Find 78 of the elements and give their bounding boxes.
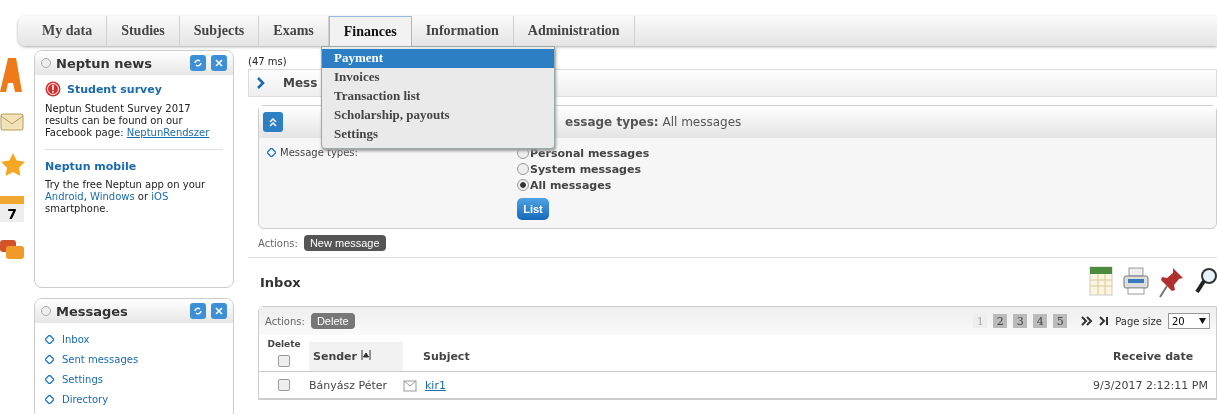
- menu-item[interactable]: Settings: [322, 125, 554, 144]
- close-button[interactable]: [211, 55, 227, 71]
- panel-title: Neptun news: [56, 55, 154, 71]
- select-all-checkbox[interactable]: [278, 355, 290, 367]
- sort-icon: [360, 350, 371, 360]
- panel-title: Messages: [56, 303, 129, 319]
- table-cell-text: Bányász Péter: [309, 378, 389, 392]
- sidebar-link[interactable]: Inbox: [35, 329, 233, 349]
- last-page-icon[interactable]: [1099, 316, 1110, 326]
- star-icon[interactable]: [0, 152, 26, 178]
- page-button[interactable]: 2: [993, 314, 1008, 328]
- section-title: Inbox: [260, 274, 301, 290]
- nav-tab[interactable]: Finances: [328, 16, 412, 46]
- pushpin-icon[interactable]: [1159, 266, 1185, 298]
- radio-option[interactable]: Personal messages: [517, 146, 650, 160]
- diamond-icon: [267, 147, 276, 157]
- sidebar-link[interactable]: Settings: [35, 369, 233, 389]
- page-button[interactable]: 5: [1053, 314, 1068, 328]
- refresh-icon: [193, 306, 203, 316]
- collapse-button[interactable]: [263, 112, 283, 132]
- facebook-link[interactable]: NeptunRendszer: [126, 127, 210, 138]
- menu-item[interactable]: Invoices: [322, 68, 554, 87]
- page-size-label: Page size: [1115, 315, 1162, 327]
- delete-button[interactable]: Delete: [310, 313, 355, 329]
- bullet-icon: [41, 306, 51, 316]
- timing-text: (47 ms): [248, 56, 287, 67]
- actions-label: Actions:: [265, 315, 305, 327]
- sidebar-link[interactable]: Directory: [35, 389, 233, 409]
- filter-label: Message types:: [267, 146, 517, 158]
- list-button[interactable]: List: [517, 198, 549, 220]
- platform-link[interactable]: iOS: [151, 191, 169, 202]
- filter-summary: essage types: All messages: [565, 115, 742, 129]
- new-message-button[interactable]: New message: [303, 235, 386, 251]
- envelope-icon: [403, 378, 417, 392]
- refresh-button[interactable]: [190, 303, 206, 319]
- close-button[interactable]: [211, 303, 227, 319]
- menu-item[interactable]: Payment: [322, 49, 554, 68]
- table-cell-text: 9/3/2017 2:12:11 PM: [1093, 378, 1209, 392]
- menu-item[interactable]: Transaction list: [322, 87, 554, 106]
- page-button[interactable]: 4: [1033, 314, 1048, 328]
- spreadsheet-icon[interactable]: [1089, 266, 1113, 296]
- news-title: Neptun mobile: [45, 160, 137, 173]
- column-header: Receive date: [1113, 350, 1195, 365]
- letter-a-icon[interactable]: [0, 58, 22, 92]
- radio-option[interactable]: All messages: [517, 178, 650, 192]
- caret-icon: [1199, 318, 1206, 324]
- printer-icon[interactable]: [1123, 266, 1149, 296]
- radio-option[interactable]: System messages: [517, 162, 650, 176]
- nav-tab[interactable]: Subjects: [179, 16, 260, 46]
- refresh-icon: [193, 58, 203, 68]
- menu-item[interactable]: Scholarship, payouts: [322, 106, 554, 125]
- subject-link[interactable]: kir1: [425, 378, 446, 392]
- close-icon: [214, 58, 224, 68]
- panel-title: Mess: [283, 76, 318, 90]
- refresh-button[interactable]: [190, 55, 206, 71]
- column-header: Subject: [422, 350, 471, 365]
- column-header: Delete: [267, 339, 301, 349]
- page-size-select[interactable]: 20: [1168, 313, 1210, 329]
- news-text: Neptun Student Survey 2017 results can be found on our Facebook page: NeptunRendszer: [45, 103, 211, 139]
- alert-icon: [45, 81, 61, 97]
- bullet-icon: [41, 58, 51, 68]
- chevron-icon: [257, 77, 265, 89]
- nav-tab[interactable]: Studies: [107, 16, 180, 46]
- column-header[interactable]: Sender: [309, 342, 403, 371]
- close-icon: [214, 306, 224, 316]
- news-text: Try the free Neptun app on your Android, Windows or iOS smartphone.: [45, 179, 207, 215]
- page-button[interactable]: 3: [1013, 314, 1028, 328]
- news-title: Student survey: [67, 82, 162, 96]
- nav-tab[interactable]: My data: [28, 16, 108, 46]
- platform-link[interactable]: Windows: [90, 191, 135, 202]
- calendar-icon: 7: [0, 196, 24, 222]
- sidebar-link[interactable]: Sent messages: [35, 349, 233, 369]
- double-chevron-icon: [268, 117, 278, 127]
- actions-label: Actions:: [258, 237, 298, 249]
- platform-link[interactable]: Android: [45, 191, 84, 202]
- envelope-icon[interactable]: [0, 110, 24, 134]
- next-icon[interactable]: [1081, 316, 1094, 326]
- row-checkbox[interactable]: [278, 379, 290, 391]
